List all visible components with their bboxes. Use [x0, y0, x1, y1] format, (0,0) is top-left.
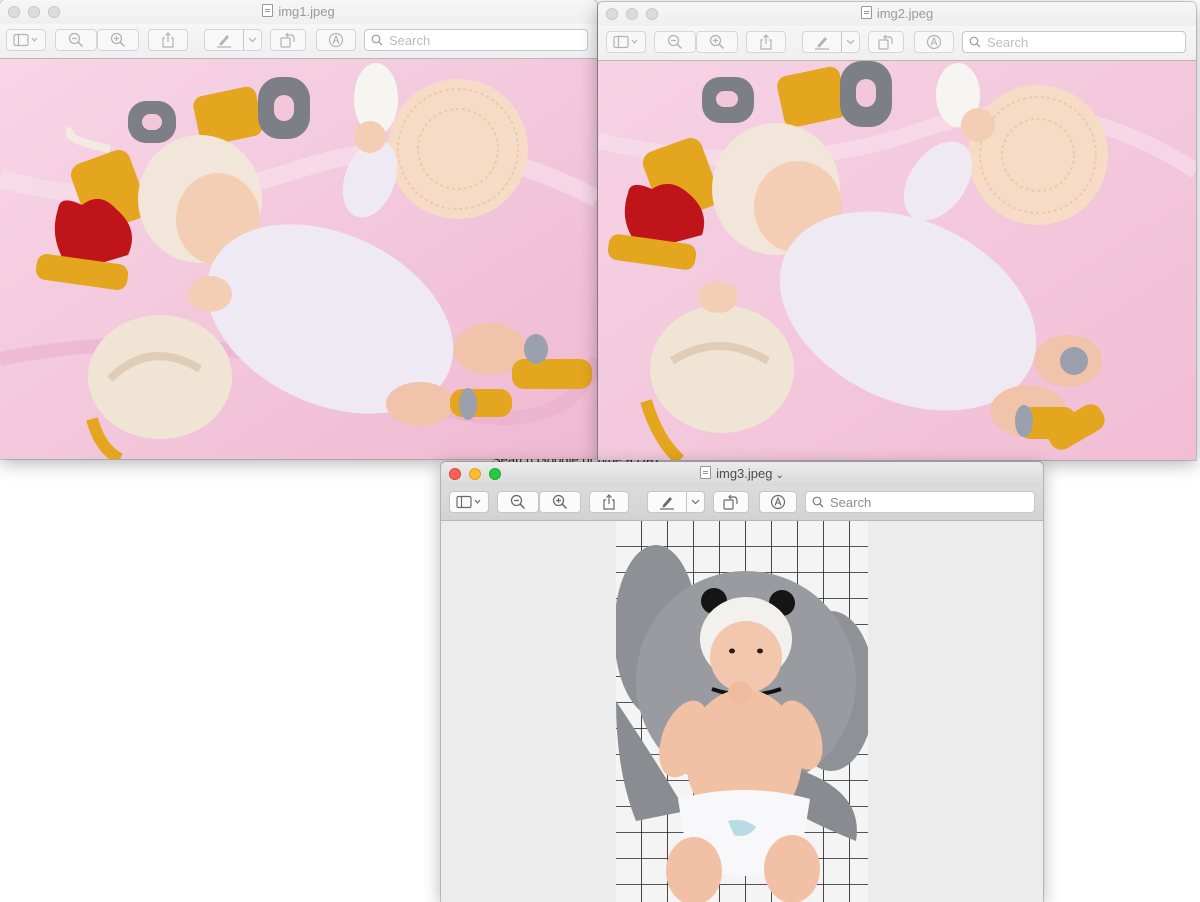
baby-photo-img2	[598, 61, 1196, 460]
rotate-icon	[280, 32, 295, 48]
baby-photo-img1	[0, 59, 597, 459]
document-icon	[262, 4, 274, 17]
image-canvas[interactable]	[0, 59, 597, 459]
search-input[interactable]	[387, 31, 586, 49]
sidebar-button[interactable]	[449, 491, 489, 513]
markup-icon	[770, 494, 786, 510]
rotate-button[interactable]	[270, 29, 306, 51]
share-icon	[760, 34, 772, 50]
zoom-out-icon	[667, 34, 683, 50]
window-title: img2.jpeg	[598, 6, 1196, 21]
window-title: img1.jpeg	[0, 4, 597, 19]
zoom-out-button[interactable]	[654, 31, 696, 53]
window-title[interactable]: img3.jpeg ⌄	[441, 466, 1043, 481]
toolbar	[598, 26, 1196, 61]
window-title-text: img2.jpeg	[876, 6, 934, 21]
pen-icon	[648, 494, 686, 510]
zoom-out-icon	[510, 494, 526, 510]
zoom-in-button[interactable]	[539, 491, 581, 513]
search-input[interactable]	[985, 33, 1184, 51]
pen-icon	[205, 32, 243, 48]
markup-icon	[926, 34, 942, 50]
search-field[interactable]	[364, 29, 588, 51]
title-bar[interactable]: img2.jpeg	[598, 2, 1196, 26]
document-icon	[700, 466, 712, 479]
window-title-text: img1.jpeg	[278, 4, 335, 19]
zoom-out-icon	[68, 32, 84, 48]
markup-toolbar-button[interactable]	[914, 31, 954, 53]
sidebar-icon	[13, 33, 38, 47]
title-bar[interactable]: img3.jpeg ⌄	[441, 462, 1043, 486]
zoom-out-button[interactable]	[497, 491, 539, 513]
share-button[interactable]	[589, 491, 629, 513]
markup-pen-button[interactable]	[647, 491, 705, 513]
sidebar-icon	[613, 35, 638, 49]
window-title-text: img3.jpeg	[716, 466, 773, 481]
share-icon	[603, 494, 615, 510]
rotate-button[interactable]	[868, 31, 904, 53]
markup-toolbar-button[interactable]	[316, 29, 356, 51]
markup-pen-button[interactable]	[204, 29, 262, 51]
image-canvas[interactable]	[441, 521, 1043, 902]
search-icon	[371, 34, 383, 46]
markup-icon	[328, 32, 344, 48]
title-bar[interactable]: img1.jpeg	[0, 0, 597, 24]
search-field[interactable]	[962, 31, 1186, 53]
pen-icon	[803, 34, 841, 50]
sidebar-icon	[456, 495, 481, 509]
image-canvas[interactable]	[598, 61, 1196, 460]
search-input[interactable]	[828, 493, 1032, 511]
share-icon	[162, 32, 174, 48]
search-icon	[812, 496, 824, 508]
baby-photo-img3	[616, 521, 868, 902]
chevron-down-icon[interactable]	[687, 499, 704, 505]
search-icon	[969, 36, 981, 48]
zoom-in-icon	[709, 34, 725, 50]
preview-window-img2[interactable]: img2.jpeg	[598, 2, 1196, 460]
rotate-icon	[878, 34, 893, 50]
chevron-down-icon[interactable]	[244, 37, 261, 43]
preview-window-img3[interactable]: img3.jpeg ⌄	[441, 462, 1043, 902]
markup-pen-button[interactable]	[802, 31, 860, 53]
markup-toolbar-button[interactable]	[759, 491, 797, 513]
title-menu-chevron-icon[interactable]: ⌄	[775, 470, 783, 481]
toolbar	[0, 24, 597, 59]
document-icon	[860, 6, 872, 19]
zoom-out-button[interactable]	[55, 29, 97, 51]
zoom-in-icon	[552, 494, 568, 510]
zoom-in-icon	[110, 32, 126, 48]
search-field[interactable]	[805, 491, 1035, 513]
zoom-in-button[interactable]	[696, 31, 738, 53]
preview-window-img1[interactable]: img1.jpeg	[0, 0, 597, 459]
chevron-down-icon[interactable]	[842, 39, 859, 45]
sidebar-button[interactable]	[606, 31, 646, 53]
rotate-icon	[723, 494, 738, 510]
share-button[interactable]	[148, 29, 188, 51]
sidebar-button[interactable]	[6, 29, 46, 51]
rotate-button[interactable]	[713, 491, 749, 513]
zoom-in-button[interactable]	[97, 29, 139, 51]
toolbar	[441, 486, 1043, 521]
share-button[interactable]	[746, 31, 786, 53]
